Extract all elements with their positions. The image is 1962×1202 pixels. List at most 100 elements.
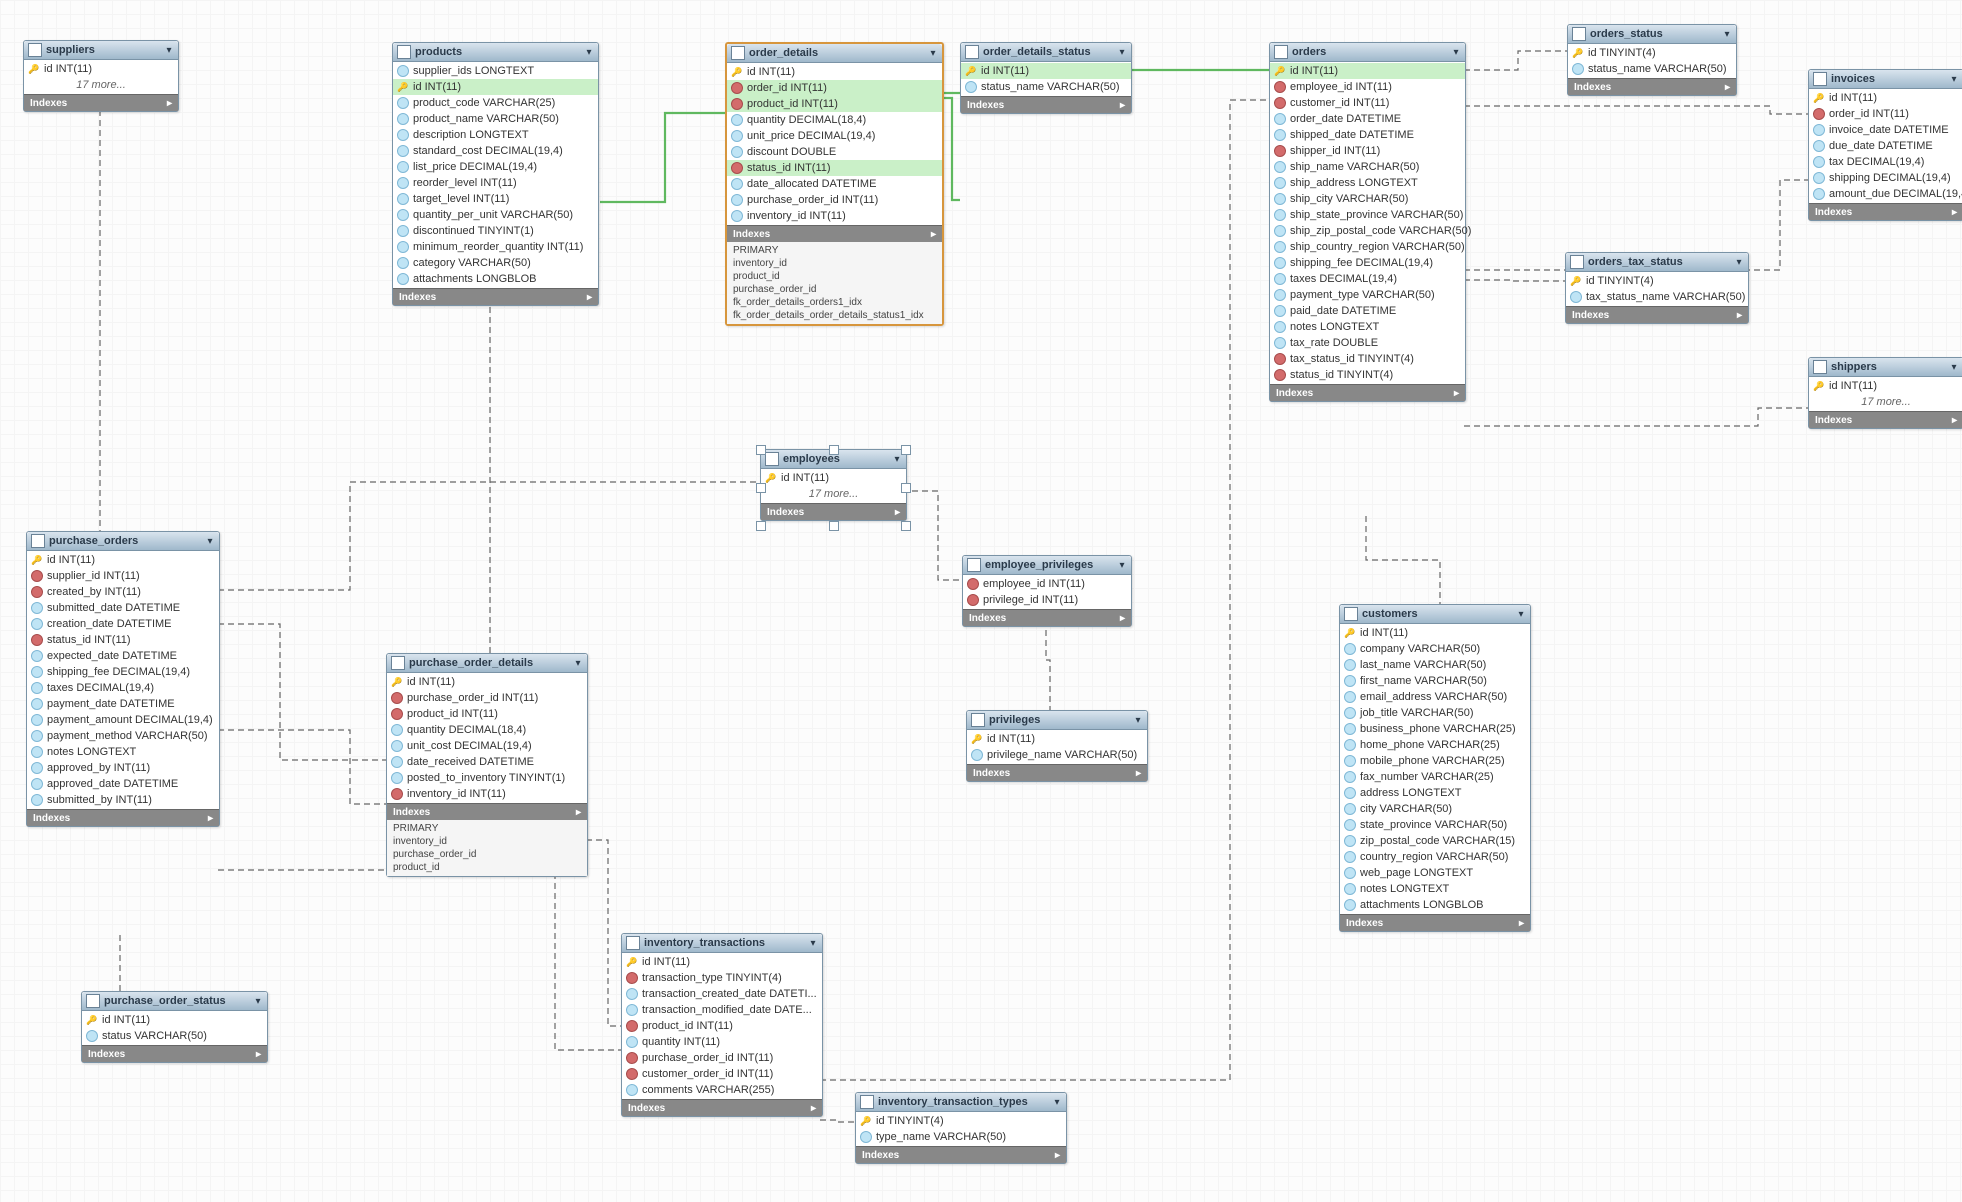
column-row[interactable]: shipping_fee DECIMAL(19,4) <box>1270 255 1465 271</box>
column-row[interactable]: minimum_reorder_quantity INT(11) <box>393 239 598 255</box>
table-header[interactable]: customers▾ <box>1340 605 1530 624</box>
column-row[interactable]: id INT(11) <box>82 1012 267 1028</box>
table-header[interactable]: purchase_order_details▾ <box>387 654 587 673</box>
column-row[interactable]: home_phone VARCHAR(25) <box>1340 737 1530 753</box>
table-header[interactable]: inventory_transactions▾ <box>622 934 822 953</box>
column-row[interactable]: notes LONGTEXT <box>1270 319 1465 335</box>
column-row[interactable]: id INT(11) <box>761 470 906 486</box>
indexes-section-header[interactable]: Indexes▸ <box>761 503 906 520</box>
collapse-icon[interactable]: ▾ <box>573 658 583 669</box>
column-row[interactable]: discontinued TINYINT(1) <box>393 223 598 239</box>
indexes-section-header[interactable]: Indexes▸ <box>1809 203 1962 220</box>
column-row[interactable]: status_id INT(11) <box>727 160 942 176</box>
column-row[interactable]: posted_to_inventory TINYINT(1) <box>387 770 587 786</box>
column-row[interactable]: expected_date DATETIME <box>27 648 219 664</box>
table-order_details_status[interactable]: order_details_status▾id INT(11)status_na… <box>960 42 1132 114</box>
table-header[interactable]: order_details▾ <box>727 44 942 63</box>
column-row[interactable]: web_page LONGTEXT <box>1340 865 1530 881</box>
column-row[interactable]: id TINYINT(4) <box>1568 45 1736 61</box>
column-row[interactable]: ship_zip_postal_code VARCHAR(50) <box>1270 223 1465 239</box>
table-employees[interactable]: employees▾id INT(11)17 more...Indexes▸ <box>760 449 907 521</box>
index-item[interactable]: purchase_order_id <box>733 283 936 296</box>
column-row[interactable]: comments VARCHAR(255) <box>622 1082 822 1098</box>
column-row[interactable]: ship_address LONGTEXT <box>1270 175 1465 191</box>
column-row[interactable]: ship_state_province VARCHAR(50) <box>1270 207 1465 223</box>
collapse-icon[interactable]: ▾ <box>1052 1097 1062 1108</box>
column-row[interactable]: job_title VARCHAR(50) <box>1340 705 1530 721</box>
column-row[interactable]: id INT(11) <box>1809 378 1962 394</box>
column-row[interactable]: city VARCHAR(50) <box>1340 801 1530 817</box>
column-row[interactable]: id INT(11) <box>727 64 942 80</box>
indexes-section-header[interactable]: Indexes▸ <box>967 764 1147 781</box>
column-row[interactable]: transaction_created_date DATETI... <box>622 986 822 1002</box>
column-row[interactable]: submitted_by INT(11) <box>27 792 219 808</box>
column-row[interactable]: notes LONGTEXT <box>1340 881 1530 897</box>
column-row[interactable]: target_level INT(11) <box>393 191 598 207</box>
column-row[interactable]: notes LONGTEXT <box>27 744 219 760</box>
indexes-section-header[interactable]: Indexes▸ <box>961 96 1131 113</box>
indexes-section-header[interactable]: Indexes▸ <box>393 288 598 305</box>
column-row[interactable]: due_date DATETIME <box>1809 138 1962 154</box>
column-row[interactable]: status_name VARCHAR(50) <box>1568 61 1736 77</box>
column-row[interactable]: zip_postal_code VARCHAR(15) <box>1340 833 1530 849</box>
more-columns[interactable]: 17 more... <box>24 77 178 93</box>
column-row[interactable]: list_price DECIMAL(19,4) <box>393 159 598 175</box>
indexes-section-header[interactable]: Indexes▸ <box>27 809 219 826</box>
column-row[interactable]: id INT(11) <box>622 954 822 970</box>
index-item[interactable]: fk_order_details_order_details_status1_i… <box>733 309 936 322</box>
column-row[interactable]: product_id INT(11) <box>727 96 942 112</box>
resize-handle[interactable] <box>829 445 839 455</box>
column-row[interactable]: product_name VARCHAR(50) <box>393 111 598 127</box>
collapse-icon[interactable]: ▾ <box>1133 715 1143 726</box>
table-products[interactable]: products▾supplier_ids LONGTEXTid INT(11)… <box>392 42 599 306</box>
column-row[interactable]: tax_rate DOUBLE <box>1270 335 1465 351</box>
column-row[interactable]: id TINYINT(4) <box>856 1113 1066 1129</box>
table-orders[interactable]: orders▾id INT(11)employee_id INT(11)cust… <box>1269 42 1466 402</box>
collapse-icon[interactable]: ▾ <box>1516 609 1526 620</box>
more-columns[interactable]: 17 more... <box>1809 394 1962 410</box>
column-row[interactable]: product_code VARCHAR(25) <box>393 95 598 111</box>
table-header[interactable]: products▾ <box>393 43 598 62</box>
column-row[interactable]: payment_amount DECIMAL(19,4) <box>27 712 219 728</box>
column-row[interactable]: status_id INT(11) <box>27 632 219 648</box>
column-row[interactable]: product_id INT(11) <box>622 1018 822 1034</box>
column-row[interactable]: inventory_id INT(11) <box>387 786 587 802</box>
column-row[interactable]: id INT(11) <box>1809 90 1962 106</box>
indexes-section-header[interactable]: Indexes▸ <box>82 1045 267 1062</box>
table-header[interactable]: employee_privileges▾ <box>963 556 1131 575</box>
collapse-icon[interactable]: ▾ <box>164 45 174 56</box>
resize-handle[interactable] <box>901 483 911 493</box>
column-row[interactable]: id INT(11) <box>387 674 587 690</box>
column-row[interactable]: amount_due DECIMAL(19,4) <box>1809 186 1962 202</box>
column-row[interactable]: privilege_id INT(11) <box>963 592 1131 608</box>
column-row[interactable]: order_id INT(11) <box>727 80 942 96</box>
column-row[interactable]: supplier_id INT(11) <box>27 568 219 584</box>
resize-handle[interactable] <box>901 521 911 531</box>
indexes-section-header[interactable]: Indexes▸ <box>1809 411 1962 428</box>
index-item[interactable]: PRIMARY <box>393 822 581 835</box>
column-row[interactable]: id INT(11) <box>1340 625 1530 641</box>
column-row[interactable]: supplier_ids LONGTEXT <box>393 63 598 79</box>
column-row[interactable]: purchase_order_id INT(11) <box>387 690 587 706</box>
column-row[interactable]: unit_price DECIMAL(19,4) <box>727 128 942 144</box>
column-row[interactable]: tax_status_name VARCHAR(50) <box>1566 289 1748 305</box>
collapse-icon[interactable]: ▾ <box>1117 47 1127 58</box>
column-row[interactable]: attachments LONGBLOB <box>1340 897 1530 913</box>
resize-handle[interactable] <box>756 483 766 493</box>
table-suppliers[interactable]: suppliers▾id INT(11)17 more...Indexes▸ <box>23 40 179 112</box>
column-row[interactable]: address LONGTEXT <box>1340 785 1530 801</box>
table-purchase_order_status[interactable]: purchase_order_status▾id INT(11)status V… <box>81 991 268 1063</box>
column-row[interactable]: taxes DECIMAL(19,4) <box>27 680 219 696</box>
column-row[interactable]: attachments LONGBLOB <box>393 271 598 287</box>
indexes-section-header[interactable]: Indexes▸ <box>1340 914 1530 931</box>
resize-handle[interactable] <box>901 445 911 455</box>
column-row[interactable]: product_id INT(11) <box>387 706 587 722</box>
column-row[interactable]: transaction_modified_date DATE... <box>622 1002 822 1018</box>
index-item[interactable]: fk_order_details_orders1_idx <box>733 296 936 309</box>
column-row[interactable]: tax_status_id TINYINT(4) <box>1270 351 1465 367</box>
more-columns[interactable]: 17 more... <box>761 486 906 502</box>
indexes-section-header[interactable]: Indexes▸ <box>622 1099 822 1116</box>
index-item[interactable]: purchase_order_id <box>393 848 581 861</box>
column-row[interactable]: payment_type VARCHAR(50) <box>1270 287 1465 303</box>
index-item[interactable]: inventory_id <box>393 835 581 848</box>
